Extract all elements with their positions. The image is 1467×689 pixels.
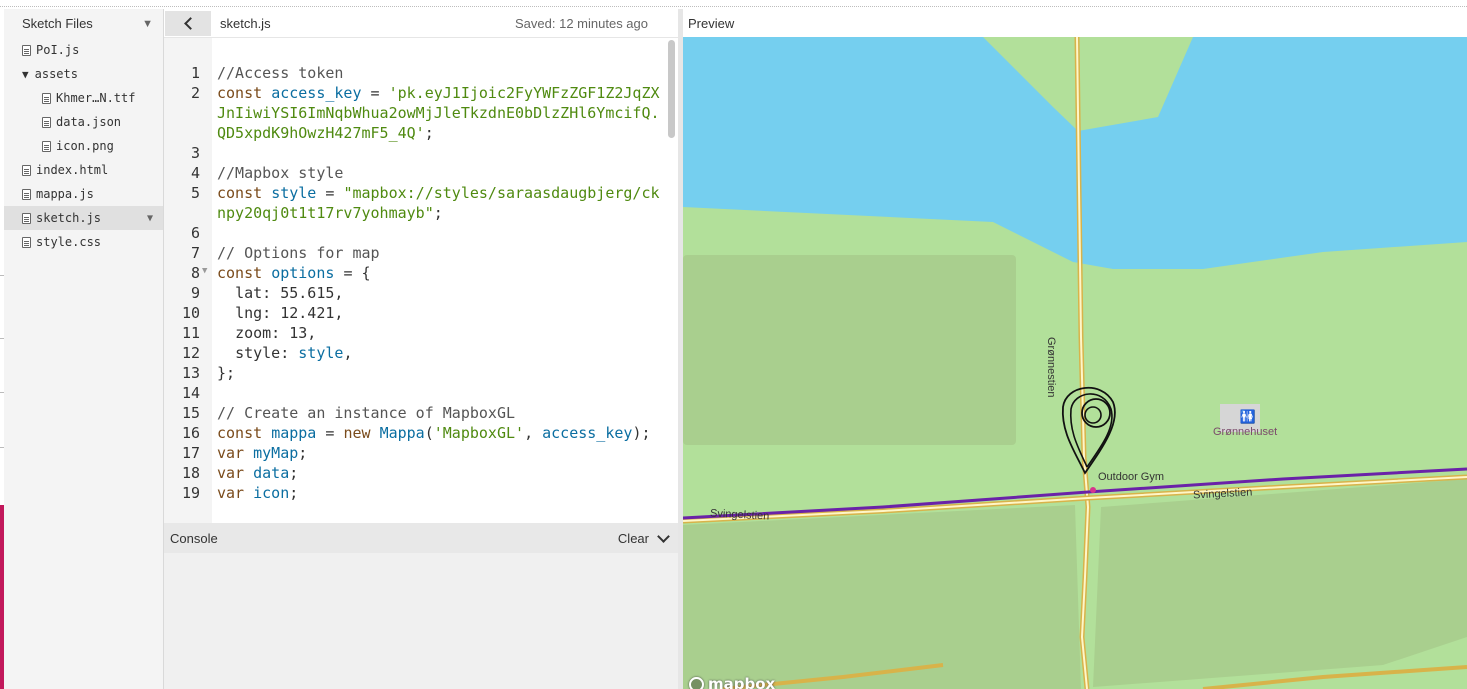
- saved-status: Saved: 12 minutes ago: [515, 15, 648, 31]
- code-line: 1//Access token: [190, 64, 344, 82]
- dark-park-patch: [683, 505, 1081, 689]
- file-label: style.css: [36, 235, 102, 249]
- file-item-style-css[interactable]: style.css: [4, 230, 163, 254]
- file-list: PoI.js ▼ assets Khmer…N.ttf data.json ic…: [4, 38, 163, 254]
- code-editor[interactable]: 1//Access token 2 const access_key = 'pk.…: [164, 38, 678, 523]
- code-line: 18 var data;: [181, 464, 299, 482]
- poi-label-outdoor-gym: Outdoor Gym: [1098, 471, 1165, 483]
- file-icon: [22, 212, 31, 224]
- top-dotted-border: [0, 6, 1467, 7]
- mapbox-logo-icon: [689, 676, 704, 689]
- code-line: 13};: [181, 364, 236, 382]
- code-line: 9 lat: 55.615,: [190, 284, 344, 302]
- chevron-left-icon: [183, 16, 197, 30]
- console-output[interactable]: [164, 553, 678, 689]
- sketch-files-sidebar: Sketch Files ▼ PoI.js ▼ assets Khmer…N.t…: [4, 9, 164, 689]
- file-item-khmer-font[interactable]: Khmer…N.ttf: [4, 86, 163, 110]
- dark-park-patch: [683, 255, 1016, 445]
- preview-title: Preview: [688, 15, 735, 31]
- code-line: 12 style: style,: [181, 344, 353, 362]
- code-line: 3: [190, 144, 200, 162]
- outdoor-gym-marker[interactable]: [1090, 487, 1096, 493]
- code-line: 17 var myMap;: [181, 444, 308, 462]
- caret-down-icon[interactable]: ▼: [142, 18, 153, 30]
- editor-file-name: sketch.js: [220, 15, 271, 31]
- chevron-down-icon[interactable]: [657, 529, 670, 543]
- file-icon: [42, 116, 51, 128]
- code-line: 15// Create an instance of MapboxGL: [181, 404, 516, 422]
- file-label: icon.png: [56, 139, 114, 153]
- fold-arrow-icon[interactable]: ▼: [200, 263, 212, 283]
- poi-label-gronnehuset: Grønnehuset: [1213, 426, 1278, 438]
- file-icon: [42, 140, 51, 152]
- code-line: 5 const style = "mapbox://styles/saraasda…: [190, 184, 660, 222]
- console-title: Console: [170, 530, 218, 546]
- file-item-index-html[interactable]: index.html: [4, 158, 163, 182]
- code-line: 8 ▼ const options = {: [190, 263, 371, 283]
- code-line: 6: [190, 224, 200, 242]
- file-icon: [42, 92, 51, 104]
- file-label: index.html: [36, 163, 109, 177]
- file-icon: [22, 164, 31, 176]
- file-icon: [22, 188, 31, 200]
- sketch-files-header[interactable]: Sketch Files ▼: [4, 9, 163, 38]
- toilet-icon: 🚻: [1240, 409, 1256, 424]
- mapbox-logo-text: mapbox: [708, 675, 776, 689]
- folder-label: assets: [34, 67, 78, 81]
- code-line: 19 var icon;: [181, 484, 299, 502]
- mapbox-logo[interactable]: mapbox: [689, 675, 775, 689]
- folder-item-assets[interactable]: ▼ assets: [4, 62, 163, 86]
- folder-open-icon: ▼: [22, 67, 29, 81]
- sidebar-title: Sketch Files: [22, 16, 93, 31]
- file-label: Khmer…N.ttf: [56, 91, 136, 105]
- file-item-mappa-js[interactable]: mappa.js: [4, 182, 163, 206]
- code-line: 16 const mappa = new Mappa('MapboxGL', ac…: [181, 424, 651, 442]
- file-item-data-json[interactable]: data.json: [4, 110, 163, 134]
- code-line: 11 zoom: 13,: [181, 324, 317, 342]
- editor-header: sketch.js Saved: 12 minutes ago: [164, 9, 678, 38]
- console-clear-button[interactable]: Clear: [618, 531, 649, 546]
- file-item-icon-png[interactable]: icon.png: [4, 134, 163, 158]
- file-item-poi[interactable]: PoI.js: [4, 38, 163, 62]
- file-icon: [22, 44, 31, 56]
- preview-header: Preview: [683, 9, 1467, 37]
- map-canvas[interactable]: 🚻: [683, 37, 1467, 689]
- editor-scrollbar[interactable]: [668, 40, 675, 138]
- file-label: data.json: [56, 115, 122, 129]
- code-line: 2 const access_key = 'pk.eyJ1Ijoic2FyYWFz…: [190, 84, 660, 142]
- file-item-sketch-js[interactable]: sketch.js ▼: [4, 206, 163, 230]
- file-label: PoI.js: [36, 43, 80, 57]
- file-label: sketch.js: [36, 211, 102, 225]
- code-line: 14: [181, 384, 200, 402]
- code-line: 4//Mapbox style: [190, 164, 344, 182]
- road-label-gronnestien: Grønnestien: [1045, 337, 1057, 398]
- map-preview[interactable]: 🚻 Grønnestien Outdoor Gym Svingelstien S…: [683, 37, 1467, 689]
- code-line: 10 lng: 12.421,: [181, 304, 344, 322]
- console-header: Console Clear: [164, 523, 678, 553]
- file-icon: [22, 236, 31, 248]
- collapse-sidebar-button[interactable]: [165, 10, 211, 36]
- file-label: mappa.js: [36, 187, 94, 201]
- code-line: 7// Options for map: [190, 244, 380, 262]
- file-options-caret-icon[interactable]: ▼: [147, 213, 153, 224]
